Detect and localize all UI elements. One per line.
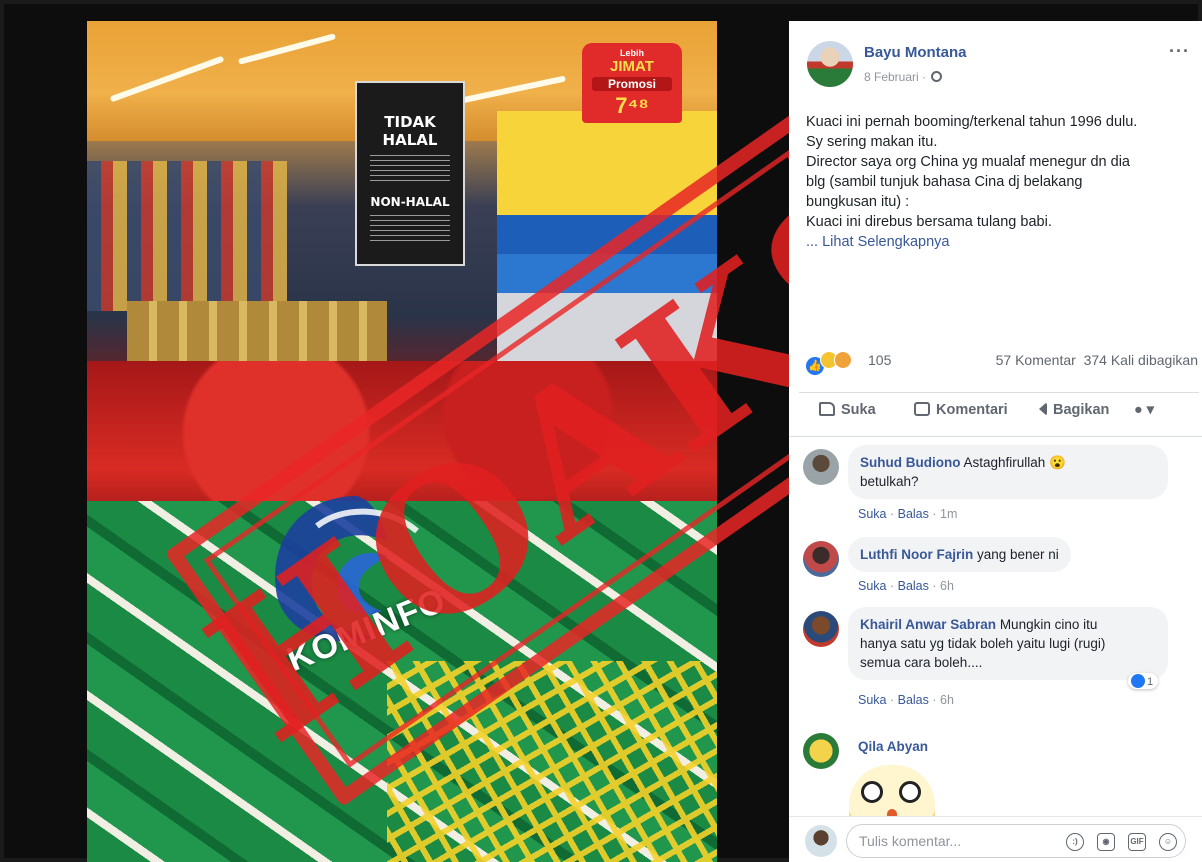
comment-text-cont: betulkah? [860,474,919,489]
comment-item: Luthfi Noor Fajrin yang bener ni Suka · … [803,537,1193,607]
comment-reply-link[interactable]: Balas [898,507,929,521]
comment-item: Suhud Budiono Astaghfirullah 😮 betulkah?… [803,445,1193,525]
reaction-icons[interactable]: 👍 [806,351,852,375]
tidak-halal-sign: TIDAK HALAL NON-HALAL [355,81,465,266]
like-label: Suka [841,402,876,418]
post-line: Sy sering makan itu. [806,134,938,150]
author-name[interactable]: Bayu Montana [864,44,967,61]
sticker-eye [899,781,921,803]
commenter-avatar[interactable] [803,611,839,647]
non-halal-label: NON-HALAL [370,195,450,209]
sign-fine-print [370,155,450,181]
more-options-icon[interactable]: ··· [1169,41,1190,62]
comment-bubble: Suhud Budiono Astaghfirullah 😮 betulkah? [848,445,1168,499]
post-line: Kuaci ini pernah booming/terkenal tahun … [806,114,1138,130]
comment-meta: Suka · Balas · 6h [858,693,954,707]
commenter-name[interactable]: Suhud Budiono [860,455,960,470]
sticker-icon[interactable]: ☺ [1159,833,1177,851]
person-icon: ● [1134,402,1143,418]
comment-like-count: 1 [1147,676,1154,688]
thumbs-up-icon [819,402,835,416]
tidak-halal-label: TIDAK HALAL [382,113,438,149]
audience-selector[interactable]: ● ▾ [1134,402,1154,418]
comment-reply-link[interactable]: Balas [898,579,929,593]
facebook-post-panel: Bayu Montana 8 Februari · ··· Kuaci ini … [789,21,1202,862]
comment-like-badge[interactable]: 1 [1128,673,1159,689]
post-date-text: 8 Februari · [864,70,927,84]
commenter-avatar[interactable] [803,449,839,485]
post-date[interactable]: 8 Februari · [864,70,943,84]
share-count[interactable]: 374 Kali dibagikan [1084,352,1198,368]
commenter-avatar[interactable] [803,733,839,769]
comment-text: Mungkin cino itu [999,617,1098,632]
post-actions: Suka Komentari Bagikan ● ▾ [799,392,1199,432]
screenshot-frame: TIDAK HALAL NON-HALAL Lebih JIMAT Promos… [0,0,1202,862]
comment-text: yang bener ni [977,547,1059,562]
like-badge-icon [1131,674,1145,688]
post-text: Kuaci ini pernah booming/terkenal tahun … [806,112,1196,252]
post-line: bungkusan itu) : [806,194,910,210]
post-line: Kuaci ini direbus bersama tulang babi. [806,214,1052,230]
comment-like-link[interactable]: Suka [858,693,887,707]
comment-text-cont: hanya satu yg tidak boleh yaitu lugi (ru… [860,636,1106,651]
comment-icon [914,402,930,416]
camera-icon[interactable]: ◉ [1097,833,1115,851]
like-button[interactable]: Suka [819,402,876,418]
comment-time[interactable]: 6h [940,579,954,593]
post-line: blg (sambil tunjuk bahasa Cina dj belaka… [806,174,1083,190]
commenter-name[interactable]: Luthfi Noor Fajrin [860,547,973,562]
comment-item: Khairil Anwar Sabran Mungkin cino itu ha… [803,607,1193,717]
promo-sign: Lebih JIMAT Promosi 7⁴⁸ [582,43,682,123]
commenter-name[interactable]: Khairil Anwar Sabran [860,617,996,632]
sticker-eye [861,781,883,803]
reaction-count[interactable]: 105 [868,352,891,368]
comment-share-counts: 57 Komentar 374 Kali dibagikan [996,352,1198,368]
commenter-avatar[interactable] [803,541,839,577]
comment-like-link[interactable]: Suka [858,579,887,593]
promo-label: Promosi [592,77,672,91]
comment-meta: Suka · Balas · 6h [858,579,954,593]
comment-reply-link[interactable]: Balas [898,693,929,707]
emoji-icon[interactable]: :) [1066,833,1084,851]
globe-icon [931,71,943,82]
sad-reaction-icon [834,351,852,369]
comment-label: Komentari [936,402,1008,418]
comment-time[interactable]: 1m [940,507,957,521]
see-more-link[interactable]: ... Lihat Selengkapnya [806,232,1196,252]
comment-time[interactable]: 6h [940,693,954,707]
chevron-down-icon: ▾ [1142,402,1155,418]
comments-section: Suhud Budiono Astaghfirullah 😮 betulkah?… [789,436,1202,825]
comment-composer: Tulis komentar... :) ◉ GIF ☺ [789,816,1202,862]
comment-text: Astaghfirullah 😮 [963,455,1066,470]
comment-like-link[interactable]: Suka [858,507,887,521]
comment-meta: Suka · Balas · 1m [858,507,958,521]
comment-button[interactable]: Komentari [914,402,1008,418]
comment-bubble: Luthfi Noor Fajrin yang bener ni [848,537,1071,572]
comment-count[interactable]: 57 Komentar [996,352,1076,368]
store-shelf [87,161,287,311]
share-button[interactable]: Bagikan [1031,402,1109,418]
post-line: Director saya org China yg mualaf menegu… [806,154,1130,170]
post-header: Bayu Montana 8 Februari · ··· [789,21,1202,101]
author-avatar[interactable] [807,41,853,87]
share-label: Bagikan [1053,402,1110,418]
promo-price: 7⁴⁸ [615,93,649,118]
promo-jimat-label: JIMAT [610,58,654,75]
post-stats: 👍 105 57 Komentar 374 Kali dibagikan [806,351,1198,375]
share-icon [1031,402,1047,416]
commenter-name[interactable]: Qila Abyan [858,739,928,754]
gif-icon[interactable]: GIF [1128,833,1146,851]
viewer-avatar[interactable] [805,825,837,857]
comment-bubble: Khairil Anwar Sabran Mungkin cino itu ha… [848,607,1168,680]
promo-small-label: Lebih [620,48,644,58]
sign-fine-print [370,215,450,241]
comment-header: Qila Abyan [858,739,928,754]
comment-text-cont: semua cara boleh.... [860,655,983,670]
